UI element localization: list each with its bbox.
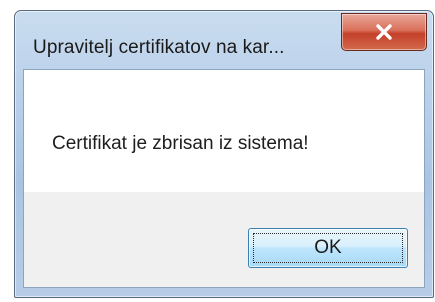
dialog-title: Upravitelj certifikatov na kar... [33, 37, 285, 58]
close-icon [374, 24, 394, 40]
ok-button-label: OK [314, 237, 342, 258]
message-text: Certifikat je zbrisan iz sistema! [52, 133, 309, 154]
message-area: Certifikat je zbrisan iz sistema! [24, 70, 424, 192]
close-button[interactable] [341, 13, 427, 51]
dialog-body: Certifikat je zbrisan iz sistema! OK [23, 69, 425, 288]
ok-button[interactable]: OK [248, 228, 408, 268]
dialog-window: Upravitelj certifikatov na kar... Certif… [14, 10, 434, 298]
title-bar[interactable]: Upravitelj certifikatov na kar... [15, 11, 433, 69]
